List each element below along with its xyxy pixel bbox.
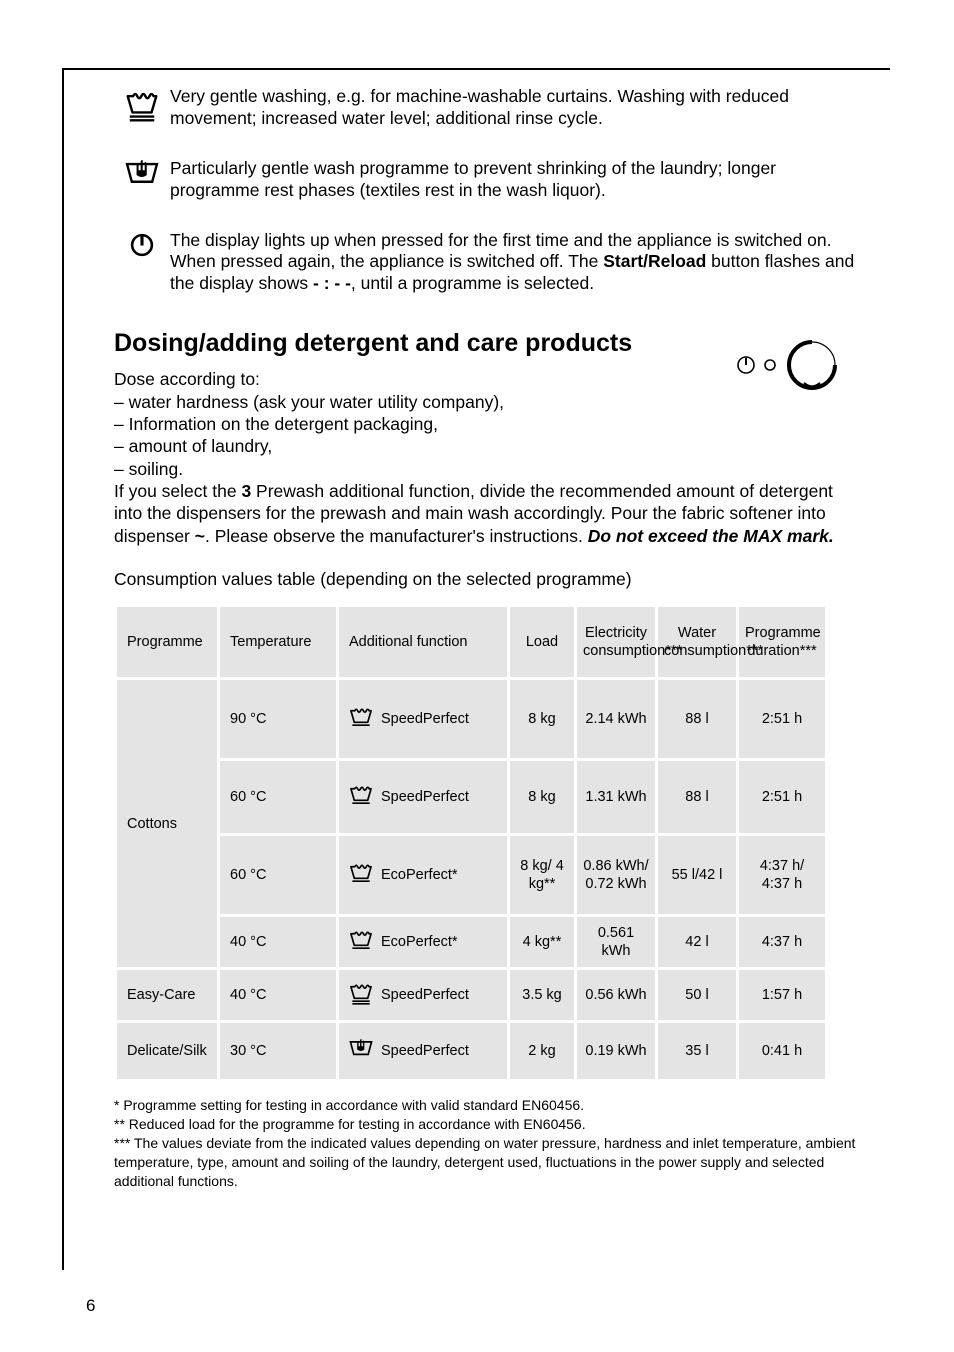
wash-tub-single-underline-icon xyxy=(349,705,373,734)
table-row: 60 °C SpeedPerfect 8 kg1.31 kWh88 l2:51 h xyxy=(117,761,825,833)
consumption-table: ProgrammeTemperatureAdditional functionL… xyxy=(114,604,828,1082)
load-cell: 8 kg xyxy=(510,680,574,758)
elec-cell: 1.31 kWh xyxy=(577,761,655,833)
water-cell: 88 l xyxy=(658,761,736,833)
page-number: 6 xyxy=(86,1296,95,1316)
table-row: 40 °C EcoPerfect* 4 kg**0.561 kWh42 l4:37… xyxy=(117,917,825,967)
temp-cell: 60 °C xyxy=(220,836,336,914)
table-footnotes: * Programme setting for testing in accor… xyxy=(114,1096,856,1190)
dur-cell: 0:41 h xyxy=(739,1023,825,1079)
on-off-start-diagram xyxy=(726,338,846,392)
water-cell: 55 l/42 l xyxy=(658,836,736,914)
load-cell: 8 kg xyxy=(510,761,574,833)
water-cell: 50 l xyxy=(658,970,736,1020)
table-row: Cottons90 °C SpeedPerfect8 kg2.14 kWh88 … xyxy=(117,680,825,758)
elec-cell: 2.14 kWh xyxy=(577,680,655,758)
dur-cell: 4:37 h xyxy=(739,917,825,967)
prog-cell: Easy-Care xyxy=(117,970,217,1020)
description-text: Particularly gentle wash programme to pr… xyxy=(170,158,856,202)
temp-cell: 90 °C xyxy=(220,680,336,758)
page-content: Very gentle washing, e.g. for machine-wa… xyxy=(62,68,890,1191)
additional-function-label: SpeedPerfect xyxy=(381,1042,469,1060)
wash-tub-single-underline-icon xyxy=(349,928,373,957)
additional-function-cell: SpeedPerfect xyxy=(339,761,507,833)
hand-wash-icon xyxy=(114,158,170,187)
load-cell: 3.5 kg xyxy=(510,970,574,1020)
wash-tub-single-underline-icon xyxy=(349,783,373,812)
table-header: Water consumption*** xyxy=(658,607,736,677)
elec-cell: 0.86 kWh/ 0.72 kWh xyxy=(577,836,655,914)
temp-cell: 40 °C xyxy=(220,970,336,1020)
elec-cell: 0.56 kWh xyxy=(577,970,655,1020)
wash-tub-double-underline-icon xyxy=(349,981,373,1010)
water-cell: 35 l xyxy=(658,1023,736,1079)
additional-function-label: EcoPerfect* xyxy=(381,933,458,951)
table-header: Load xyxy=(510,607,574,677)
hand-wash-icon xyxy=(349,1039,373,1063)
temp-cell: 60 °C xyxy=(220,761,336,833)
table-header: Programme xyxy=(117,607,217,677)
load-cell: 8 kg/ 4 kg** xyxy=(510,836,574,914)
description-row: Very gentle washing, e.g. for machine-wa… xyxy=(114,86,856,130)
elec-cell: 0.561 kWh xyxy=(577,917,655,967)
water-cell: 88 l xyxy=(658,680,736,758)
additional-function-label: SpeedPerfect xyxy=(381,710,469,728)
description-row: The display lights up when pressed for t… xyxy=(114,230,856,296)
description-row: Particularly gentle wash programme to pr… xyxy=(114,158,856,202)
prog-cell: Cottons xyxy=(117,680,217,967)
water-cell: 42 l xyxy=(658,917,736,967)
dur-cell: 2:51 h xyxy=(739,761,825,833)
table-row: Easy-Care40 °C SpeedPerfect 3.5 kg0.56 kW… xyxy=(117,970,825,1020)
table-row: Delicate/Silk30 °C SpeedPerfect 2 kg0.19 … xyxy=(117,1023,825,1079)
prog-cell: Delicate/Silk xyxy=(117,1023,217,1079)
additional-function-label: SpeedPerfect xyxy=(381,986,469,1004)
temp-cell: 40 °C xyxy=(220,917,336,967)
load-cell: 2 kg xyxy=(510,1023,574,1079)
load-cell: 4 kg** xyxy=(510,917,574,967)
table-header-row: ProgrammeTemperatureAdditional functionL… xyxy=(117,607,825,677)
additional-function-cell: SpeedPerfect xyxy=(339,680,507,758)
description-text: The display lights up when pressed for t… xyxy=(170,230,856,296)
table-header: Programme duration*** xyxy=(739,607,825,677)
table-intro: Consumption values table (depending on t… xyxy=(114,569,856,590)
elec-cell: 0.19 kWh xyxy=(577,1023,655,1079)
additional-function-cell: SpeedPerfect xyxy=(339,1023,507,1079)
description-text: Very gentle washing, e.g. for machine-wa… xyxy=(170,86,856,130)
table-header: Electricity consumption*** xyxy=(577,607,655,677)
on-off-icon xyxy=(114,230,170,258)
table-header: Additional function xyxy=(339,607,507,677)
additional-function-label: EcoPerfect* xyxy=(381,866,458,884)
table-header: Temperature xyxy=(220,607,336,677)
wash-tub-double-underline-icon xyxy=(114,86,170,122)
additional-function-cell: SpeedPerfect xyxy=(339,970,507,1020)
additional-function-label: SpeedPerfect xyxy=(381,788,469,806)
temp-cell: 30 °C xyxy=(220,1023,336,1079)
dur-cell: 2:51 h xyxy=(739,680,825,758)
dur-cell: 1:57 h xyxy=(739,970,825,1020)
dur-cell: 4:37 h/ 4:37 h xyxy=(739,836,825,914)
table-row: 60 °C EcoPerfect* 8 kg/ 4 kg**0.86 kWh/ 0… xyxy=(117,836,825,914)
additional-function-cell: EcoPerfect* xyxy=(339,917,507,967)
wash-tub-single-underline-icon xyxy=(349,861,373,890)
section-body: Dose according to:– water hardness (ask … xyxy=(114,368,856,547)
additional-function-cell: EcoPerfect* xyxy=(339,836,507,914)
